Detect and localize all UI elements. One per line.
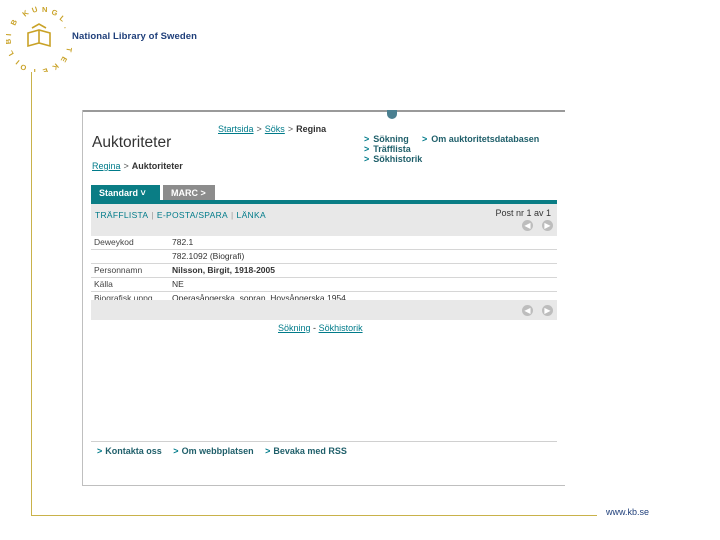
footer-link-bevaka-med-rss[interactable]: > Bevaka med RSS: [265, 446, 347, 456]
field-value: 782.1092 (Biografi): [172, 251, 245, 261]
chevron-right-icon: >: [364, 154, 370, 164]
svg-text:N: N: [42, 6, 47, 14]
chevron-right-icon: >: [364, 144, 370, 154]
breadcrumb-current: Regina: [296, 124, 327, 134]
tab-standard[interactable]: Standard ˅: [91, 185, 160, 201]
breadcrumb-separator-icon: >: [256, 124, 262, 134]
breadcrumb-startsida[interactable]: Startsida: [218, 124, 254, 134]
svg-text:T: T: [32, 67, 37, 72]
catalog-page: Auktoriteter Startsida > Söks > Regina Regin…: [82, 110, 565, 486]
arrow-left-icon: ◀: [524, 221, 531, 230]
svg-text:G: G: [50, 7, 59, 18]
breadcrumb-current: Auktoriteter: [131, 161, 183, 171]
field-value: NE: [172, 279, 184, 289]
quick-link-sokning[interactable]: > Sökning: [364, 134, 409, 144]
frame-divider-vertical: [31, 72, 32, 516]
breadcrumb-separator-icon: >: [287, 124, 294, 134]
divider: -: [313, 323, 317, 333]
quick-link-om-auktoritetsdatabasen[interactable]: > Om auktoritetsdatabasen: [422, 134, 539, 144]
field-value: 782.1: [172, 237, 194, 247]
divider: |: [231, 210, 234, 220]
arrow-left-icon: ◀: [524, 306, 531, 315]
chevron-right-icon: >: [364, 134, 370, 144]
footer-link-label: Om webbplatsen: [181, 446, 254, 456]
table-row: Källa NE: [91, 278, 557, 292]
record-toolbar-bottom: ◀ ▶: [91, 300, 557, 320]
previous-record-button[interactable]: ◀: [522, 305, 533, 316]
table-row: Personnamn Nilsson, Birgit, 1918-2005: [91, 264, 557, 278]
chevron-down-icon: ˅: [140, 188, 146, 198]
quick-link-label: Om auktoritetsdatabasen: [431, 134, 540, 144]
breadcrumb: Regina > Auktoriteter: [92, 161, 183, 171]
arrow-right-icon: ▶: [544, 221, 551, 230]
chevron-right-icon: >: [173, 446, 179, 456]
quick-link-sokhistorik[interactable]: > Sökhistorik: [364, 154, 422, 164]
page-title: Auktoriteter: [92, 134, 172, 151]
quick-link-label: Träfflista: [373, 144, 411, 154]
svg-text:B: B: [9, 18, 20, 27]
link-link[interactable]: LÄNKA: [237, 210, 266, 220]
field-label: Källa: [94, 279, 113, 289]
sokning-link[interactable]: Sökning: [278, 323, 311, 333]
page-top-strip: [83, 110, 565, 112]
tab-label: MARC: [171, 188, 198, 198]
kb-logo: K U N G L . B I B L I O T E K E T: [6, 6, 72, 72]
bottom-links: Sökning - Sökhistorik: [278, 323, 363, 333]
tab-label: Standard: [99, 188, 139, 198]
breadcrumb-separator-icon: >: [123, 161, 129, 171]
footer-links: > Kontakta oss > Om webbplatsen > Bevaka me…: [97, 446, 356, 456]
record-toolbar: TRÄFFLISTA | E-POSTA/SPARA | LÄNKA Post nr 1…: [91, 204, 557, 236]
trafflista-link[interactable]: TRÄFFLISTA: [95, 210, 148, 220]
divider: |: [151, 210, 154, 220]
footer-link-kontakta-oss[interactable]: > Kontakta oss: [97, 446, 162, 456]
svg-text:B: B: [6, 38, 13, 45]
chevron-right-icon: >: [265, 446, 271, 456]
table-row: 782.1092 (Biografi): [91, 250, 557, 264]
svg-text:U: U: [31, 6, 39, 15]
svg-text:L: L: [6, 49, 16, 58]
footer-link-label: Bevaka med RSS: [273, 446, 347, 456]
record-table: Deweykod 782.1 782.1092 (Biografi) Perso…: [91, 236, 557, 305]
svg-text:O: O: [19, 62, 28, 72]
footer-link-om-webbplatsen[interactable]: > Om webbplatsen: [173, 446, 253, 456]
site-url[interactable]: www.kb.se: [606, 507, 649, 517]
svg-text:T: T: [64, 47, 72, 53]
svg-text:K: K: [50, 61, 60, 72]
field-value: Nilsson, Birgit, 1918-2005: [172, 264, 275, 277]
chevron-right-icon: >: [200, 188, 206, 198]
svg-text:I: I: [6, 33, 13, 36]
footer-divider: [91, 441, 557, 442]
field-label: Personnamn: [94, 265, 143, 275]
svg-text:L: L: [58, 14, 68, 24]
next-record-button[interactable]: ▶: [542, 220, 553, 231]
svg-text:I: I: [14, 58, 21, 66]
arrow-right-icon: ▶: [544, 306, 551, 315]
svg-text:.: .: [62, 24, 71, 30]
footer-link-label: Kontakta oss: [105, 446, 162, 456]
quick-link-trafflista[interactable]: > Träfflista: [364, 144, 411, 154]
breadcrumb-regina[interactable]: Regina: [92, 161, 121, 171]
previous-record-button[interactable]: ◀: [522, 220, 533, 231]
person-name: Nilsson, Birgit, 1918-2005: [172, 265, 275, 275]
tab-marc[interactable]: MARC >: [163, 185, 215, 201]
frame-divider-horizontal: [31, 515, 597, 516]
field-label: Deweykod: [94, 237, 134, 247]
breadcrumb-sok[interactable]: Söks: [265, 124, 285, 134]
next-record-button[interactable]: ▶: [542, 305, 553, 316]
chevron-right-icon: >: [422, 134, 428, 144]
svg-text:K: K: [21, 8, 31, 19]
email-save-link[interactable]: E-POSTA/SPARA: [157, 210, 228, 220]
quick-link-label: Sökning: [373, 134, 409, 144]
sokhistorik-link[interactable]: Sökhistorik: [319, 323, 363, 333]
breadcrumb-top: Startsida > Söks > Regina: [218, 124, 326, 134]
table-row: Deweykod 782.1: [91, 236, 557, 250]
page-top-marker: [387, 110, 397, 119]
post-counter: Post nr 1 av 1: [495, 208, 551, 218]
toolbar-links: TRÄFFLISTA | E-POSTA/SPARA | LÄNKA: [95, 210, 266, 220]
brand-name: National Library of Sweden: [72, 31, 198, 42]
quick-link-label: Sökhistorik: [373, 154, 423, 164]
svg-text:E: E: [59, 55, 69, 64]
chevron-right-icon: >: [97, 446, 103, 456]
svg-text:E: E: [42, 66, 50, 72]
